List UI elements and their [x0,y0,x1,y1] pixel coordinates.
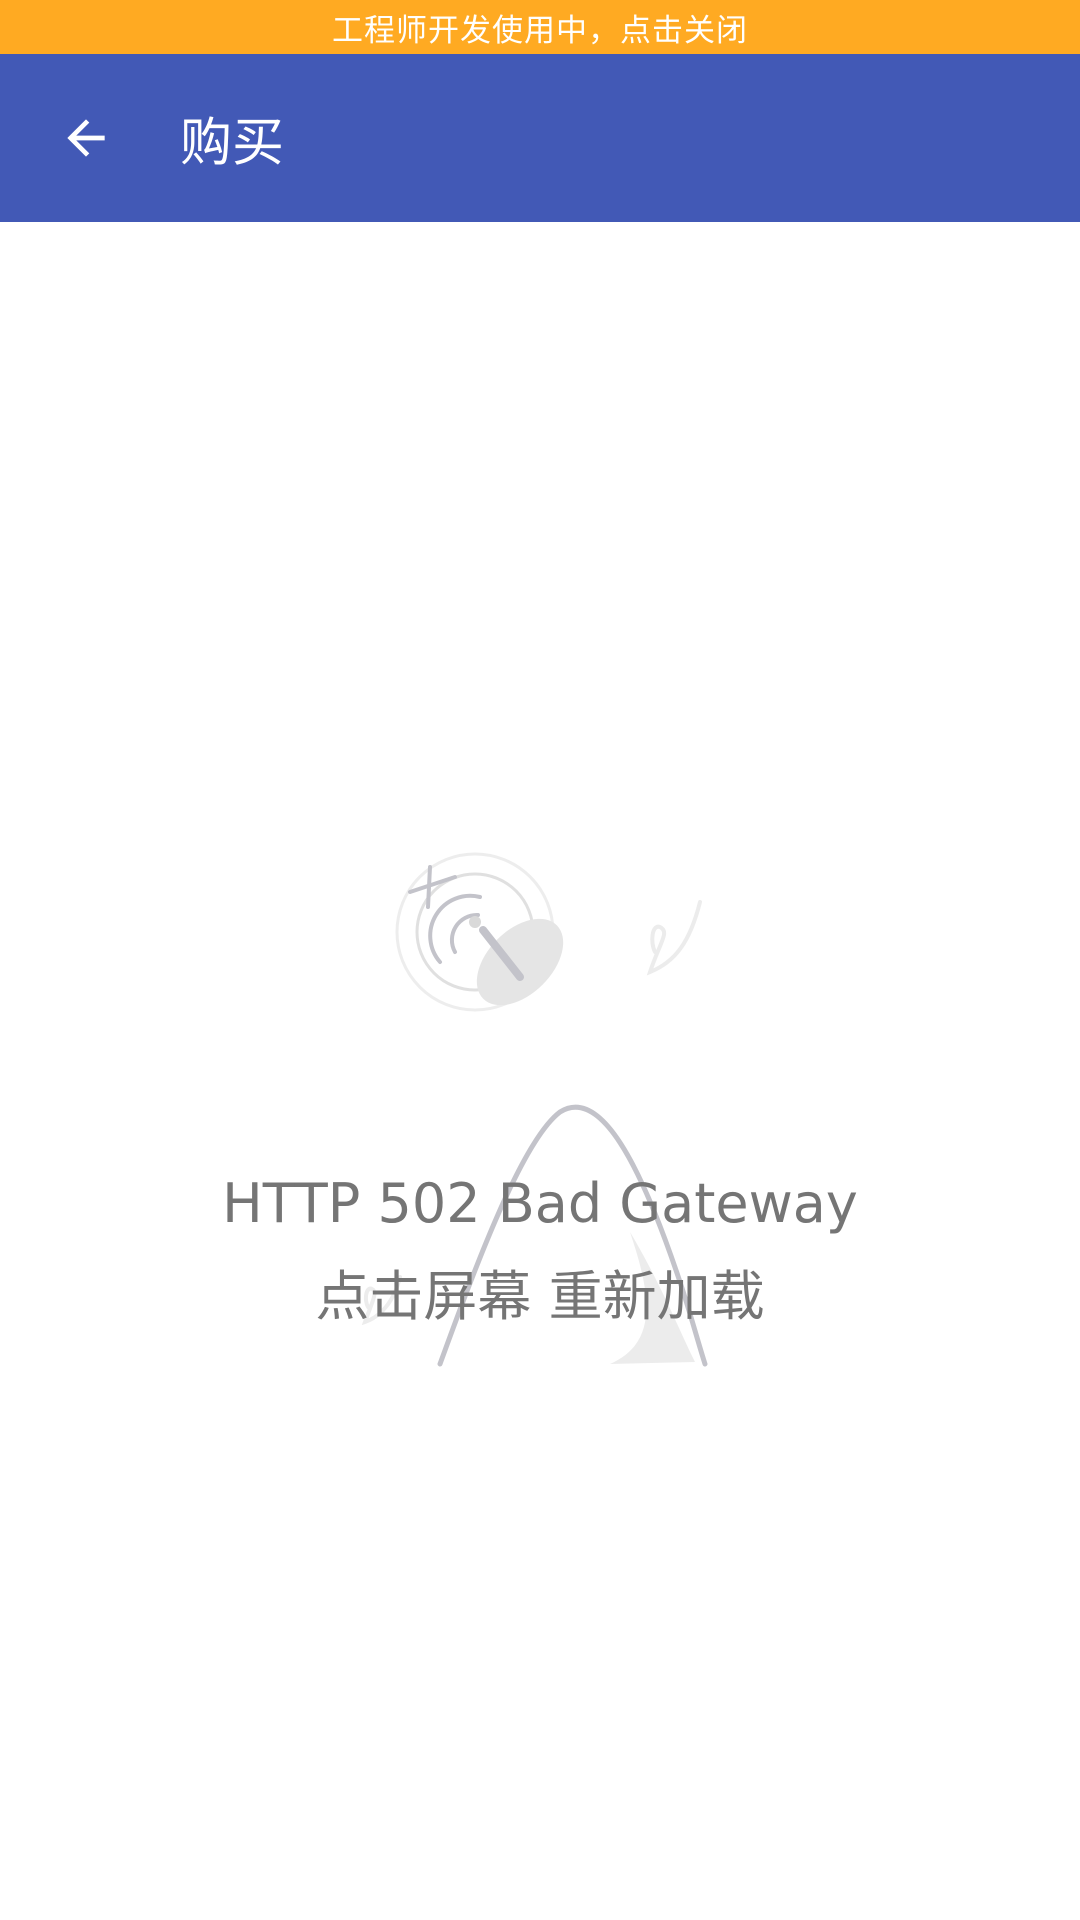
page-title: 购买 [180,113,285,174]
app-bar: 购买 [0,54,1080,222]
reload-area[interactable]: HTTP 502 Bad Gateway 点击屏幕 重新加载 [0,222,1080,1920]
arrow-back-icon [67,119,105,157]
developer-mode-banner-text: 工程师开发使用中，点击关闭 [332,12,748,49]
developer-mode-banner[interactable]: 工程师开发使用中，点击关闭 [0,0,1080,54]
error-message: HTTP 502 Bad Gateway [222,1172,858,1235]
reload-hint: 点击屏幕 重新加载 [315,1265,765,1328]
back-button[interactable] [46,98,126,178]
